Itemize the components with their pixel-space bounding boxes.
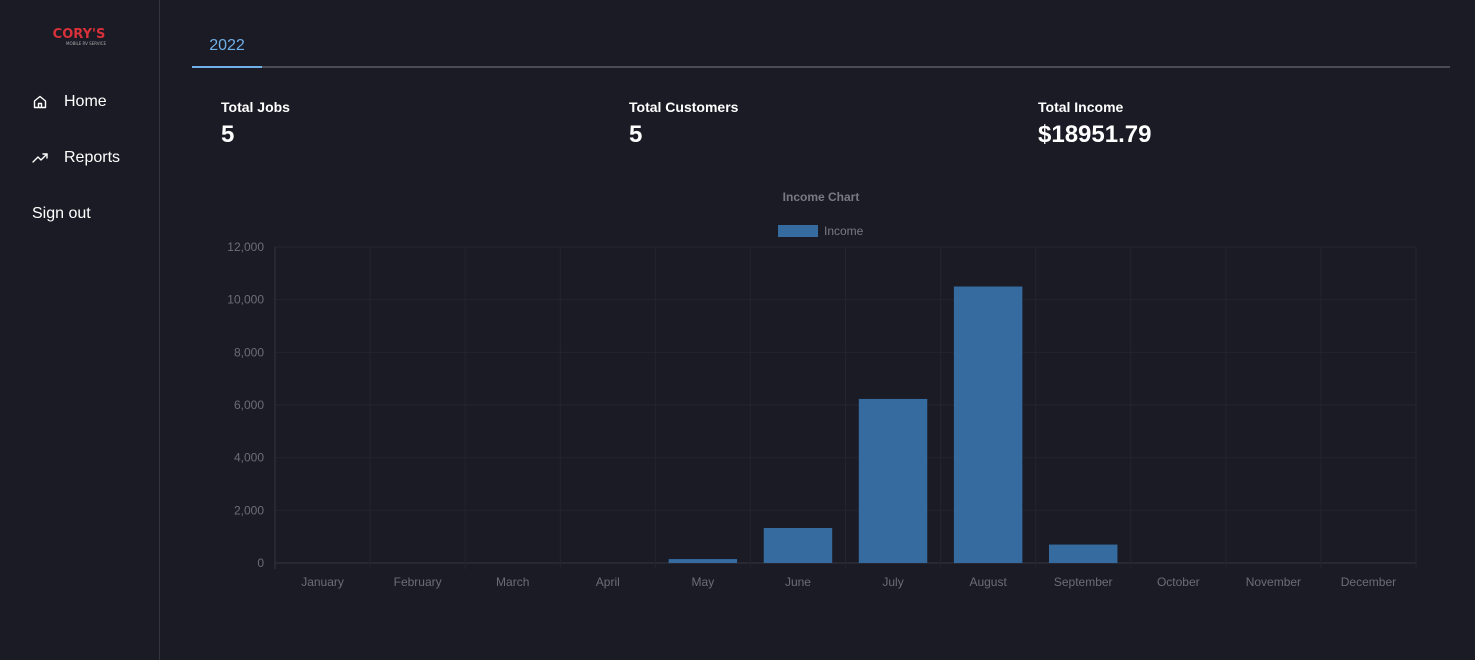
- x-tick-label: November: [1246, 575, 1301, 589]
- income-chart-svg: Income Chart Income 0 2,000 4,000 6,000 8,000 1…: [227, 190, 1417, 589]
- stat-value: 5: [629, 121, 643, 148]
- app-root: CORY'S MOBILE RV SERVICE Home Reports Si…: [0, 0, 1475, 660]
- home-icon: [32, 94, 48, 110]
- stat-total-jobs: Total Jobs 5: [221, 99, 290, 149]
- sidebar-item-label: Home: [64, 93, 107, 110]
- x-tick-label: February: [394, 575, 442, 589]
- tab-2022[interactable]: 2022: [192, 37, 262, 55]
- y-tick-label: 4,000: [234, 451, 264, 465]
- x-tick-label: June: [785, 575, 811, 589]
- x-tick-label: December: [1341, 575, 1396, 589]
- svg-text:CORY'S: CORY'S: [53, 27, 106, 42]
- bar-income: [953, 286, 1023, 563]
- stat-value: $18951.79: [1038, 121, 1152, 148]
- sidebar: CORY'S MOBILE RV SERVICE Home Reports Si…: [0, 0, 160, 660]
- y-tick-label: 8,000: [234, 345, 264, 359]
- y-tick-label: 10,000: [227, 293, 264, 307]
- x-tick-label: August: [969, 575, 1007, 589]
- tab-label: 2022: [209, 37, 245, 54]
- active-tab-indicator: [192, 66, 262, 68]
- sidebar-item-label: Sign out: [32, 205, 91, 222]
- x-tick-label: September: [1054, 575, 1113, 589]
- stat-value: 5: [221, 121, 235, 148]
- y-tick-label: 2,000: [234, 503, 264, 517]
- sidebar-item-label: Reports: [64, 149, 121, 166]
- stat-label: Total Jobs: [221, 99, 290, 115]
- sidebar-item-sign-out[interactable]: Sign out: [32, 205, 91, 223]
- trending-up-icon: [32, 150, 48, 166]
- x-tick-label: July: [882, 575, 903, 589]
- main-content: 2022 Total Jobs 5 Total Customers 5 Tota…: [160, 0, 1475, 660]
- stat-total-income: Total Income $18951.79: [1038, 99, 1151, 149]
- y-tick-label: 0: [257, 556, 264, 570]
- bar-income: [763, 527, 833, 563]
- x-tick-label: October: [1157, 575, 1200, 589]
- sidebar-item-home[interactable]: Home: [32, 93, 107, 111]
- y-tick-label: 6,000: [234, 398, 264, 412]
- bar-income: [668, 559, 738, 563]
- chart-title: Income Chart: [783, 190, 860, 204]
- stat-label: Total Customers: [629, 99, 739, 115]
- x-tick-label: January: [301, 575, 344, 589]
- stat-label: Total Income: [1038, 99, 1124, 115]
- brand-logo[interactable]: CORY'S MOBILE RV SERVICE: [48, 24, 110, 48]
- y-tick-label: 12,000: [227, 240, 264, 254]
- bar-income: [858, 398, 928, 563]
- stat-total-customers: Total Customers 5: [629, 99, 738, 149]
- x-tick-label: April: [596, 575, 620, 589]
- legend-swatch-income: [778, 225, 818, 237]
- x-tick-label: March: [496, 575, 529, 589]
- year-tabs: 2022: [192, 0, 1450, 68]
- income-chart: Income Chart Income 0 2,000 4,000 6,000 8,000 1…: [160, 180, 1475, 600]
- sidebar-item-reports[interactable]: Reports: [32, 149, 120, 167]
- svg-text:MOBILE RV SERVICE: MOBILE RV SERVICE: [66, 41, 106, 46]
- x-tick-label: May: [692, 575, 715, 589]
- legend-label-income: Income: [824, 224, 864, 238]
- bar-income: [1048, 544, 1118, 563]
